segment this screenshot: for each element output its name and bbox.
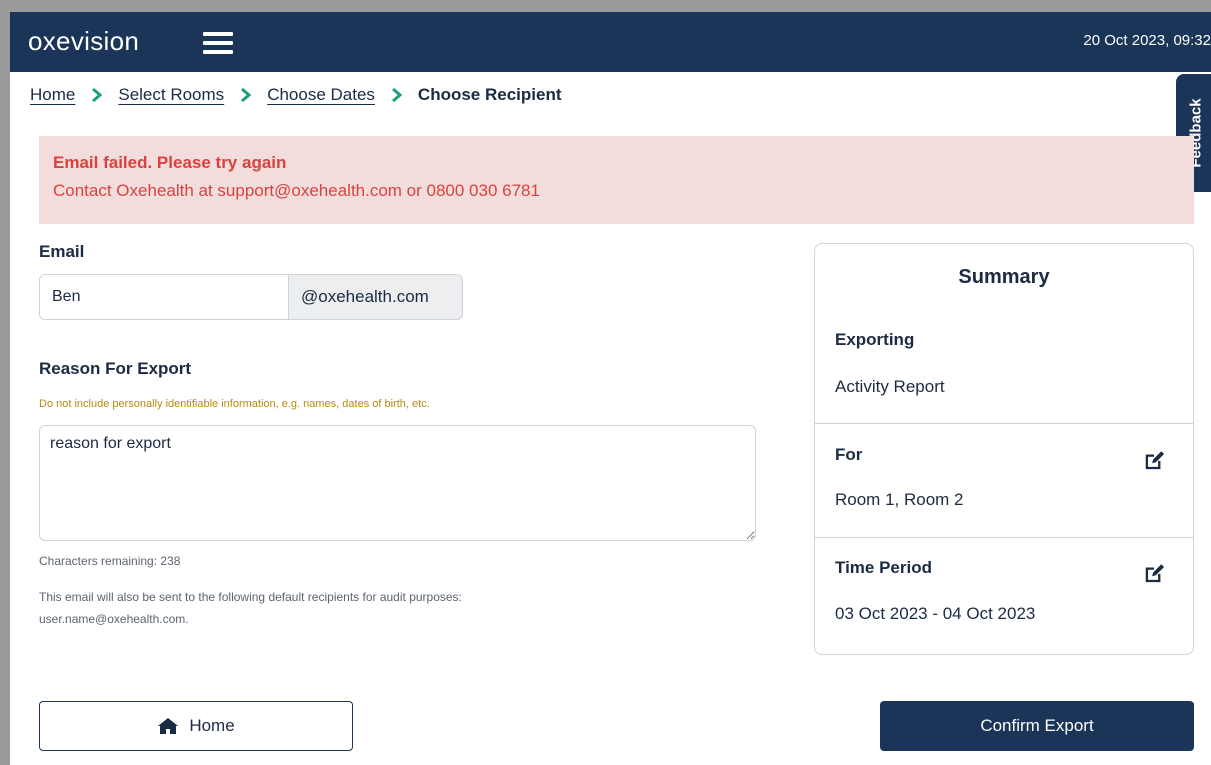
summary-divider [815,423,1193,424]
summary-title: Summary [958,266,1050,288]
summary-panel: Summary Exporting Activity Report For Ro… [814,243,1194,655]
app-window: oxevision 20 Oct 2023, 09:32 Home Select… [10,12,1211,765]
hamburger-menu-icon[interactable] [203,32,233,54]
reason-warning: Do not include personally identifiable i… [39,398,430,410]
breadcrumb-choose-dates[interactable]: Choose Dates [267,85,375,105]
confirm-export-button[interactable]: Confirm Export [880,701,1194,751]
edit-icon[interactable] [1143,562,1165,584]
reason-label: Reason For Export [39,359,192,378]
audit-recipient: user.name@oxehealth.com. [39,612,189,626]
time-period-label: Time Period [835,558,932,577]
breadcrumb-current: Choose Recipient [417,85,562,104]
email-input-group: @oxehealth.com [39,274,463,320]
exporting-label: Exporting [835,330,915,349]
breadcrumb-select-rooms[interactable]: Select Rooms [118,85,224,105]
for-value: Room 1, Room 2 [835,490,964,509]
edit-icon[interactable] [1143,449,1165,471]
email-domain-suffix: @oxehealth.com [288,275,462,319]
top-bar: oxevision 20 Oct 2023, 09:32 [10,12,1211,72]
confirm-export-label: Confirm Export [980,716,1094,735]
current-datetime: 20 Oct 2023, 09:32 [1083,32,1211,49]
breadcrumb-home[interactable]: Home [30,85,75,105]
exporting-value: Activity Report [835,377,945,396]
summary-divider [815,537,1193,538]
app-logo[interactable]: oxevision [28,26,139,57]
for-label: For [835,445,863,464]
characters-remaining: Characters remaining: 238 [39,554,181,568]
chevron-right-icon [391,88,402,102]
audit-note: This email will also be sent to the foll… [39,590,462,604]
home-button-label: Home [189,716,235,735]
chevron-right-icon [240,88,252,102]
chevron-right-icon [91,88,103,102]
time-period-value: 03 Oct 2023 - 04 Oct 2023 [835,604,1036,623]
reason-textarea[interactable]: reason for export [39,425,756,541]
home-button[interactable]: Home [39,701,353,751]
alert-message: Contact Oxehealth at support@oxehealth.c… [53,181,540,200]
error-alert: Email failed. Please try again Contact O… [39,136,1194,224]
email-field[interactable] [40,275,288,319]
breadcrumb: Home Select Rooms Choose Dates Choose Re… [30,82,562,108]
home-icon [158,718,179,734]
alert-title: Email failed. Please try again [53,153,287,172]
email-label: Email [39,242,85,261]
